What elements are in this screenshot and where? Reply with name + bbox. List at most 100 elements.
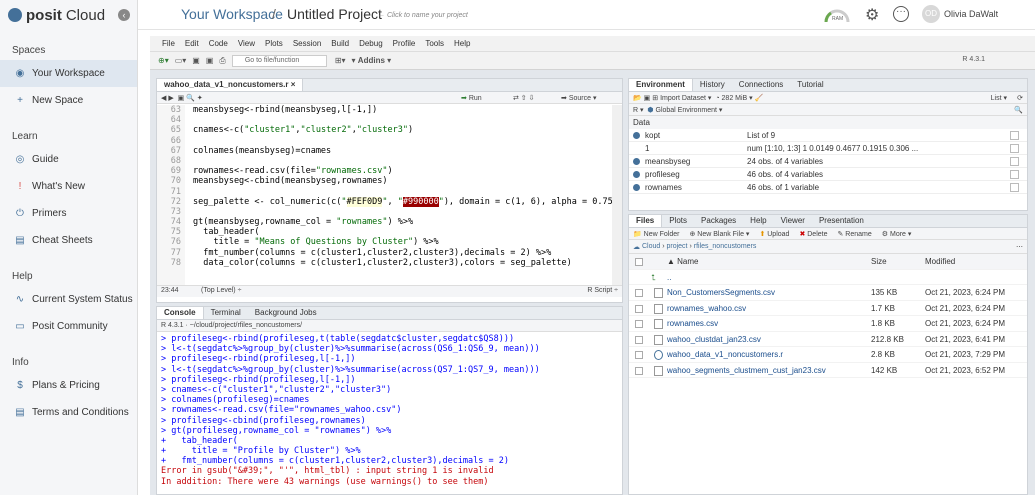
file-row[interactable]: rownames_wahoo.csv 1.7 KB Oct 21, 2023, 6:…: [629, 301, 1027, 317]
files-action-rename[interactable]: ✎ Rename: [837, 230, 871, 238]
console-tab-terminal[interactable]: Terminal: [204, 307, 248, 319]
expand-icon[interactable]: [633, 132, 640, 139]
save-workspace-icon[interactable]: ▣: [644, 94, 651, 102]
expand-icon[interactable]: [633, 184, 640, 191]
modified-column-header[interactable]: Modified: [925, 254, 955, 270]
collapse-nav-icon[interactable]: ‹: [118, 9, 130, 21]
size-column-header[interactable]: Size: [871, 254, 887, 270]
broom-icon[interactable]: 🧹: [755, 94, 764, 102]
menu-build[interactable]: Build: [331, 39, 349, 48]
file-type-selector[interactable]: R Script ÷: [587, 287, 618, 294]
nav-item-current-system-status[interactable]: ∿ Current System Status: [0, 286, 137, 313]
menu-session[interactable]: Session: [293, 39, 321, 48]
view-data-icon[interactable]: [1010, 183, 1019, 192]
workspace-link[interactable]: Your Workspace: [181, 6, 283, 22]
refresh-icon[interactable]: ⟳: [1017, 94, 1023, 102]
view-data-icon[interactable]: [1010, 157, 1019, 166]
environment-row[interactable]: meansbyseg 24 obs. of 4 variables: [629, 155, 1027, 168]
file-name[interactable]: rownames_wahoo.csv: [667, 301, 746, 317]
print-icon[interactable]: ⎙: [219, 56, 225, 66]
expand-icon[interactable]: [633, 171, 640, 178]
save-icon[interactable]: ▣: [192, 56, 200, 65]
code-area[interactable]: meansbyseg<-rbind(meansbyseg,l[-1,]) cnam…: [193, 105, 613, 285]
environment-row[interactable]: 1 num [1:10, 1:3] 1 0.0149 0.4677 0.1915 …: [629, 142, 1027, 155]
nav-item-terms-and-conditions[interactable]: ▤ Terms and Conditions: [0, 399, 137, 426]
menu-profile[interactable]: Profile: [393, 39, 416, 48]
import-dataset-button[interactable]: ⊞ Import Dataset ▾: [652, 94, 711, 102]
file-name[interactable]: rownames.csv: [667, 316, 718, 332]
editor-scrollbar[interactable]: [612, 105, 622, 285]
files-tab-viewer[interactable]: Viewer: [774, 215, 812, 227]
view-data-icon[interactable]: [1010, 170, 1019, 179]
addins-button[interactable]: ▾ Addins ▾: [352, 56, 392, 65]
save-file-icon[interactable]: ▣: [178, 94, 185, 102]
files-action-more[interactable]: ⚙ More ▾: [882, 230, 912, 238]
menu-file[interactable]: File: [162, 39, 175, 48]
folder-open-icon[interactable]: 📂: [633, 94, 642, 102]
gear-icon[interactable]: ⚙: [865, 5, 879, 25]
nav-item-cheat-sheets[interactable]: ▤ Cheat Sheets: [0, 227, 137, 254]
goto-file-input[interactable]: Go to file/function: [231, 54, 327, 67]
expand-icon[interactable]: [633, 158, 640, 165]
nav-item-your-workspace[interactable]: ◉ Your Workspace: [0, 60, 137, 87]
menu-edit[interactable]: Edit: [185, 39, 199, 48]
menu-tools[interactable]: Tools: [425, 39, 444, 48]
nav-item-what-s-new[interactable]: ! What's New: [0, 173, 137, 200]
files-more-icon[interactable]: ⋯: [1016, 243, 1023, 251]
env-tab-environment[interactable]: Environment: [629, 79, 693, 91]
avatar[interactable]: OD: [922, 5, 940, 23]
console-output[interactable]: > profileseg<-rbind(profileseg,t(table(s…: [157, 334, 617, 496]
file-checkbox[interactable]: [635, 289, 643, 297]
files-tab-help[interactable]: Help: [743, 215, 773, 227]
file-name[interactable]: wahoo_clustdat_jan23.csv: [667, 332, 761, 348]
file-row[interactable]: wahoo_clustdat_jan23.csv 212.8 KB Oct 21, …: [629, 332, 1027, 348]
user-name[interactable]: Olivia DaWalt: [944, 9, 998, 19]
env-tab-tutorial[interactable]: Tutorial: [790, 79, 830, 91]
home-icon[interactable]: ☁: [633, 243, 640, 251]
environment-row[interactable]: kopt List of 9: [629, 129, 1027, 142]
nav-item-new-space[interactable]: + New Space: [0, 87, 137, 114]
run-button[interactable]: ➡ Run: [461, 94, 482, 102]
files-action-new-folder[interactable]: 📁 New Folder: [633, 230, 679, 238]
files-tab-files[interactable]: Files: [629, 215, 663, 227]
files-action-delete[interactable]: ✖ Delete: [799, 230, 827, 238]
file-name[interactable]: wahoo_segments_clustmem_cust_jan23.csv: [667, 363, 826, 379]
files-tab-packages[interactable]: Packages: [694, 215, 743, 227]
nav-item-plans-pricing[interactable]: $ Plans & Pricing: [0, 372, 137, 399]
file-row[interactable]: rownames.csv 1.8 KB Oct 21, 2023, 6:24 PM: [629, 316, 1027, 332]
breadcrumb-project[interactable]: project: [666, 243, 687, 250]
project-title[interactable]: Untitled Project: [287, 6, 382, 22]
menu-help[interactable]: Help: [454, 39, 470, 48]
file-row[interactable]: wahoo_segments_clustmem_cust_jan23.csv 14…: [629, 363, 1027, 379]
file-checkbox[interactable]: [635, 304, 643, 313]
back-icon[interactable]: ◀ ▶: [161, 94, 174, 102]
file-checkbox[interactable]: [635, 335, 643, 344]
new-project-icon[interactable]: ▭▾: [175, 56, 187, 65]
scope-selector[interactable]: (Top Level) ÷: [201, 287, 241, 294]
close-icon[interactable]: ×: [291, 80, 296, 89]
nav-item-primers[interactable]: ⏻ Primers: [0, 200, 137, 227]
new-file-icon[interactable]: ⊕▾: [158, 56, 169, 65]
file-name[interactable]: Non_CustomersSegments.csv: [667, 285, 775, 301]
nav-item-guide[interactable]: ◎ Guide: [0, 146, 137, 173]
more-options-icon[interactable]: ···: [893, 6, 909, 22]
posit-cloud-logo[interactable]: posit Cloud: [0, 0, 137, 30]
environment-row[interactable]: rownames 46 obs. of 1 variable: [629, 181, 1027, 194]
files-action-new-blank-file[interactable]: ⊕ New Blank File ▾: [689, 230, 749, 238]
console-tab-console[interactable]: Console: [157, 307, 204, 319]
list-view-select[interactable]: List ▾: [991, 94, 1007, 102]
env-tab-connections[interactable]: Connections: [732, 79, 790, 91]
file-row[interactable]: Non_CustomersSegments.csv 135 KB Oct 21, 2…: [629, 285, 1027, 301]
grid-icon[interactable]: ⊞▾: [335, 56, 346, 65]
rerun-icon[interactable]: ⇄ ⇧ ⇩: [513, 94, 535, 102]
memory-usage[interactable]: ◔ 282 MiB ▾: [715, 94, 752, 102]
select-all-checkbox[interactable]: [635, 258, 643, 266]
files-tab-presentation[interactable]: Presentation: [812, 215, 871, 227]
view-data-icon[interactable]: [1010, 131, 1019, 140]
language-select[interactable]: R ▾: [633, 106, 644, 114]
name-column-header[interactable]: ▲ Name: [667, 254, 698, 270]
file-row[interactable]: wahoo_data_v1_noncustomers.r 2.8 KB Oct 21…: [629, 347, 1027, 363]
console-tab-background-jobs[interactable]: Background Jobs: [248, 307, 324, 319]
view-data-icon[interactable]: [1010, 144, 1019, 153]
source-button[interactable]: ➡ Source ▾: [561, 94, 596, 102]
